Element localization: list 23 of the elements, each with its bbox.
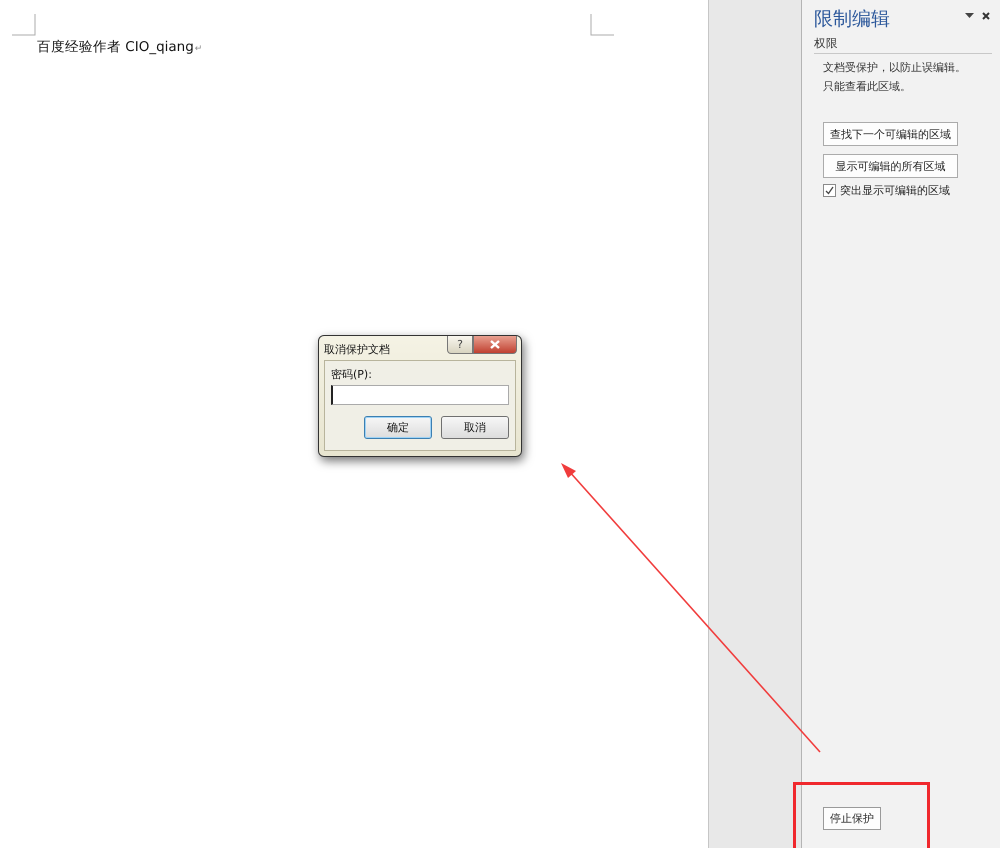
pane-button[interactable]: 显示可编辑的所有区域 <box>823 154 958 178</box>
crop-mark-icon <box>590 14 614 36</box>
section-heading: 权限 <box>814 36 992 54</box>
help-button[interactable]: ? <box>447 336 473 354</box>
dialog-button[interactable]: 确定 <box>364 416 432 439</box>
paragraph-mark: ↵ <box>194 44 202 54</box>
description-text: 文档受保护，以防止误编辑。 <box>823 60 967 76</box>
crop-mark-icon <box>12 14 36 36</box>
dialog-button[interactable]: 取消 <box>441 416 509 439</box>
checkbox-label: 突出显示可编辑的区域 <box>840 183 950 198</box>
password-field[interactable] <box>331 385 509 405</box>
description-text: 只能查看此区域。 <box>823 79 912 95</box>
dialog-title: 取消保护文档 <box>324 342 390 357</box>
close-icon <box>490 340 500 349</box>
close-button[interactable] <box>473 336 517 354</box>
field-label: 密码(P): <box>331 367 373 382</box>
stop-protection-button[interactable]: 停止保护 <box>823 807 881 830</box>
checkbox[interactable] <box>823 184 836 197</box>
pane-title: 限制编辑 <box>814 7 890 32</box>
dropdown-icon[interactable] <box>965 13 974 19</box>
document-text: 百度经验作者 CIO_qiang <box>37 38 194 56</box>
close-icon[interactable] <box>982 12 990 20</box>
pane-button[interactable]: 查找下一个可编辑的区域 <box>823 122 958 146</box>
